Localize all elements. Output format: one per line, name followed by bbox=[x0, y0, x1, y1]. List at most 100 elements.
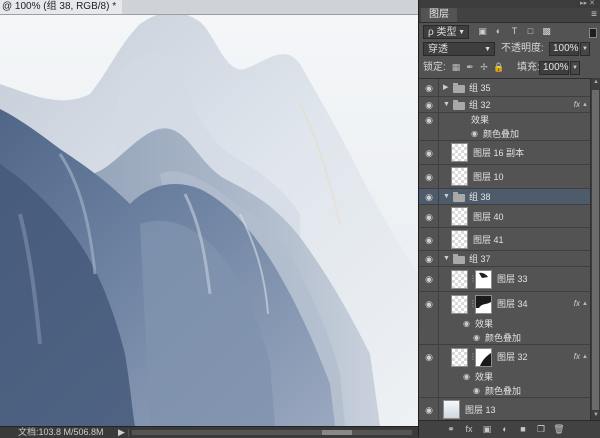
pixel-filter-icon[interactable]: ▣ bbox=[477, 26, 488, 37]
fx-badge[interactable]: fx bbox=[574, 351, 580, 363]
collapse-arrow-icon[interactable]: ▼ bbox=[443, 253, 450, 265]
add-mask-icon[interactable]: ▣ bbox=[481, 424, 493, 435]
layer-mask-thumbnail[interactable] bbox=[475, 270, 492, 289]
panel-tab-bar: 图层 ≡ bbox=[419, 8, 600, 23]
eye-icon[interactable]: ◉ bbox=[423, 171, 435, 183]
horizontal-scrollbar[interactable] bbox=[132, 430, 412, 435]
expand-arrow-icon[interactable]: ▶ bbox=[443, 82, 448, 94]
layer-row[interactable]: ◉ 图层 10 bbox=[419, 165, 590, 189]
shape-filter-icon[interactable]: □ bbox=[525, 26, 536, 37]
status-divider bbox=[128, 429, 129, 437]
layer-row[interactable]: ◉ 图层 16 副本 bbox=[419, 141, 590, 165]
lock-fill-row: 锁定: ▦ ✒ ✢ 🔒 填充: 100% ▼ bbox=[419, 60, 600, 76]
eye-icon[interactable]: ◉ bbox=[473, 332, 480, 344]
filter-toggle-switch[interactable] bbox=[589, 28, 597, 38]
trash-icon[interactable]: 🗑 bbox=[553, 424, 565, 435]
layer-row-with-mask[interactable]: ◉ ⋮ 图层 34 fx ▲ bbox=[419, 292, 590, 317]
eye-icon[interactable]: ◉ bbox=[423, 82, 435, 94]
blend-opacity-row: 穿透 ▼ 不透明度: 100% ▼ bbox=[419, 41, 600, 59]
fx-badge[interactable]: fx bbox=[574, 99, 580, 111]
effects-row[interactable]: ◉ 效果 bbox=[419, 370, 590, 384]
layer-row-group[interactable]: ◉ ▼ 组 32 fx ▲ bbox=[419, 97, 590, 113]
layer-row[interactable]: ◉ 图层 40 bbox=[419, 205, 590, 228]
collapse-arrow-icon[interactable]: ▼ bbox=[443, 191, 450, 203]
adjustment-filter-icon[interactable]: ◐ bbox=[493, 26, 504, 37]
lock-position-icon[interactable]: ✢ bbox=[479, 62, 489, 72]
visibility-column bbox=[419, 127, 439, 140]
visibility-column bbox=[419, 331, 439, 344]
eye-icon[interactable]: ◉ bbox=[423, 404, 435, 416]
chevron-up-icon[interactable]: ▲ bbox=[582, 99, 588, 111]
collapse-arrow-icon[interactable]: ▼ bbox=[443, 99, 450, 111]
panel-menu-icon[interactable]: ≡ bbox=[591, 9, 597, 21]
layers-scrollbar[interactable]: ▲ ▼ bbox=[590, 78, 600, 420]
eye-icon[interactable]: ◉ bbox=[423, 253, 435, 265]
layer-row-with-mask[interactable]: ◉ ⋮ 图层 32 fx ▲ bbox=[419, 345, 590, 370]
fill-dropdown-icon[interactable]: ▼ bbox=[570, 61, 580, 75]
chevron-up-icon[interactable]: ▲ bbox=[582, 298, 588, 310]
layer-row[interactable]: ◉ 图层 13 bbox=[419, 398, 590, 421]
eye-icon[interactable]: ◉ bbox=[423, 191, 435, 203]
layer-row[interactable]: ◉ 图层 41 bbox=[419, 228, 590, 251]
eye-icon[interactable]: ◉ bbox=[423, 114, 435, 126]
lock-image-pixels-icon[interactable]: ✒ bbox=[465, 62, 475, 72]
visibility-column bbox=[419, 384, 439, 397]
layer-thumbnail bbox=[443, 400, 460, 419]
play-triangle-icon[interactable]: ▶ bbox=[118, 427, 125, 438]
type-filter-icon[interactable]: T bbox=[509, 26, 520, 37]
eye-icon[interactable]: ◉ bbox=[423, 147, 435, 159]
tab-layers[interactable]: 图层 bbox=[421, 8, 457, 22]
effect-color-overlay-row[interactable]: ◉ 颜色叠加 bbox=[419, 127, 590, 141]
layer-row-group[interactable]: ◉ ▼ 组 37 bbox=[419, 251, 590, 267]
eye-icon[interactable]: ◉ bbox=[473, 385, 480, 397]
folder-icon bbox=[453, 83, 465, 93]
mountain-painting bbox=[0, 14, 418, 426]
lock-transparent-pixels-icon[interactable]: ▦ bbox=[451, 62, 461, 72]
scroll-thumb[interactable] bbox=[592, 90, 599, 410]
layer-row-group-selected[interactable]: ◉ ▼ 组 38 bbox=[419, 189, 590, 205]
eye-icon[interactable]: ◉ bbox=[423, 99, 435, 111]
adjustment-layer-icon[interactable]: ◐ bbox=[499, 424, 511, 435]
new-group-icon[interactable]: ■ bbox=[517, 424, 529, 435]
scroll-up-icon[interactable]: ▲ bbox=[591, 78, 600, 87]
fx-badge[interactable]: fx bbox=[574, 298, 580, 310]
effect-color-overlay-row[interactable]: ◉ 颜色叠加 bbox=[419, 384, 590, 398]
link-layers-icon[interactable]: ⚭ bbox=[445, 424, 457, 435]
layer-mask-thumbnail[interactable] bbox=[475, 295, 492, 314]
eye-icon[interactable]: ◉ bbox=[423, 211, 435, 223]
layer-row-with-mask[interactable]: ◉ ⋮ 图层 33 bbox=[419, 267, 590, 292]
eye-icon[interactable]: ◉ bbox=[423, 234, 435, 246]
scroll-down-icon[interactable]: ▼ bbox=[591, 411, 600, 420]
eye-icon[interactable]: ◉ bbox=[463, 318, 470, 330]
layer-thumbnail bbox=[451, 167, 468, 186]
layer-thumbnail bbox=[451, 143, 468, 162]
eye-icon[interactable]: ◉ bbox=[423, 273, 435, 285]
layer-mask-thumbnail[interactable] bbox=[475, 348, 492, 367]
smart-object-filter-icon[interactable]: ▩ bbox=[541, 26, 552, 37]
effects-row[interactable]: ◉ 效果 bbox=[419, 317, 590, 331]
collapse-arrows-icon[interactable]: ▸▸ ✕ bbox=[580, 0, 595, 7]
blend-mode-select[interactable]: 穿透 ▼ bbox=[423, 42, 495, 56]
layer-row-group[interactable]: ◉ ▶ 组 35 bbox=[419, 79, 590, 97]
effects-row[interactable]: ◉ 效果 bbox=[419, 113, 590, 127]
horizontal-scroll-thumb[interactable] bbox=[322, 430, 352, 435]
layer-thumbnail bbox=[451, 207, 468, 226]
opacity-input[interactable]: 100% bbox=[549, 42, 579, 56]
layers-list: ◉ ▶ 组 35 ◉ ▼ 组 32 fx ▲ ◉ 效果 ◉ 颜色叠加 ◉ 图层 … bbox=[419, 78, 590, 421]
eye-icon[interactable]: ◉ bbox=[423, 298, 435, 310]
chevron-up-icon[interactable]: ▲ bbox=[582, 351, 588, 363]
document-tab-bar: @ 100% (组 38, RGB/8) * bbox=[0, 0, 418, 15]
opacity-dropdown-icon[interactable]: ▼ bbox=[580, 42, 590, 56]
new-layer-icon[interactable]: ❐ bbox=[535, 424, 547, 435]
document-canvas[interactable] bbox=[0, 14, 418, 426]
eye-icon[interactable]: ◉ bbox=[463, 371, 470, 383]
document-tab[interactable]: @ 100% (组 38, RGB/8) * bbox=[0, 0, 123, 14]
eye-icon[interactable]: ◉ bbox=[423, 351, 435, 363]
filter-kind-select[interactable]: ρ 类型 ▼ bbox=[423, 25, 469, 39]
lock-all-icon[interactable]: 🔒 bbox=[493, 62, 504, 72]
add-style-icon[interactable]: fx bbox=[463, 424, 475, 435]
effect-color-overlay-row[interactable]: ◉ 颜色叠加 bbox=[419, 331, 590, 345]
fill-input[interactable]: 100% bbox=[539, 61, 569, 75]
layer-thumbnail bbox=[451, 230, 468, 249]
eye-icon[interactable]: ◉ bbox=[471, 128, 478, 140]
